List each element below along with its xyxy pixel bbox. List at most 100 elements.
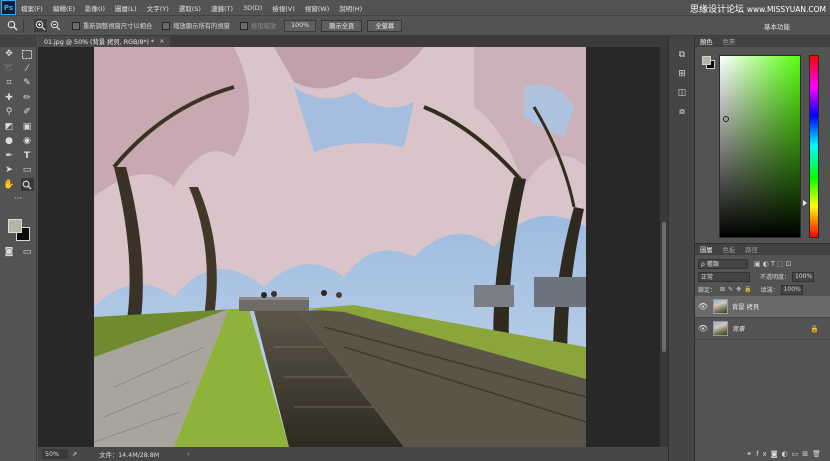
lock-icons[interactable]: ⊠✎✥🔒 <box>720 286 755 293</box>
paths-panel-icon[interactable]: ⧇ <box>675 105 689 119</box>
zoom-level-field[interactable]: 50% <box>42 449 68 459</box>
fit-screen-button[interactable]: 顯示全頁 <box>321 19 363 32</box>
hand-icon[interactable]: ✋ <box>3 178 16 191</box>
blend-mode-select[interactable]: 正常 <box>698 271 750 282</box>
color-panel-tabs: 顏色 色票 <box>695 36 830 47</box>
tab-channels[interactable]: 色板 <box>718 245 741 254</box>
move-icon[interactable]: ✥ <box>3 48 16 61</box>
document-tab[interactable]: 01.jpg @ 50% (背景 拷貝, RGB/8*) * × <box>38 36 171 47</box>
checkbox-box[interactable] <box>239 21 248 30</box>
canvas-vertical-scrollbar[interactable] <box>660 47 668 447</box>
color-swatches[interactable] <box>0 215 36 245</box>
hue-slider-marker[interactable] <box>803 200 807 206</box>
link-icon[interactable]: ⚭ <box>746 450 756 458</box>
checkbox-box[interactable] <box>72 21 80 30</box>
hue-slider[interactable] <box>809 55 819 238</box>
zoom-icon[interactable] <box>20 178 34 192</box>
adjustment-layer-icon[interactable]: ◐ <box>782 450 792 458</box>
menu-select[interactable]: 選取(S) <box>174 3 206 13</box>
status-menu-arrow[interactable]: › <box>187 451 190 458</box>
fx-icon[interactable]: fx <box>756 450 771 458</box>
eyedropper-icon[interactable]: ✎ <box>21 77 34 90</box>
resize-windows-label: 重新調整視窗尺寸以相合 <box>83 23 153 30</box>
blur-icon[interactable]: ● <box>3 135 16 148</box>
menu-edit[interactable]: 編輯(E) <box>48 3 80 13</box>
menu-bar: Ps 檔案(F) 編輯(E) 影像(I) 圖層(L) 文字(Y) 選取(S) 濾… <box>0 0 830 15</box>
resize-windows-checkbox[interactable]: 重新調整視窗尺寸以相合 <box>72 21 152 30</box>
tools-panel-header[interactable] <box>0 36 37 47</box>
menu-layer[interactable]: 圖層(L) <box>110 3 142 13</box>
adjustments-panel-icon[interactable]: ◫ <box>675 86 689 100</box>
rectangle-icon[interactable]: ▭ <box>21 164 34 177</box>
scrubby-zoom-label: 拖曳縮放 <box>250 23 277 30</box>
healing-icon[interactable]: ✚ <box>3 91 16 104</box>
more-tools-icon[interactable]: ··· <box>12 193 25 206</box>
eye-icon[interactable]: 👁 <box>695 302 711 311</box>
tab-paths[interactable]: 路徑 <box>740 245 763 254</box>
eraser-icon[interactable]: ◩ <box>3 120 16 133</box>
zoom-tool-icon[interactable] <box>6 19 19 32</box>
layer-filter-select[interactable]: ρ 種類 <box>698 258 748 269</box>
dodge-icon[interactable]: ◉ <box>21 135 34 148</box>
zoom-out-icon[interactable] <box>49 19 62 32</box>
layer-row-background[interactable]: 👁 背景 🔒 <box>695 318 830 340</box>
share-icon[interactable]: ⇗ <box>72 451 77 458</box>
menu-help[interactable]: 說明(H) <box>334 3 367 13</box>
group-icon[interactable]: ▭ <box>792 450 803 458</box>
color-panel-foreground[interactable] <box>702 56 711 65</box>
lasso-icon[interactable]: ➰ <box>3 62 16 75</box>
fill-label: 填滿： <box>760 287 779 294</box>
opacity-field[interactable]: 100% <box>792 271 815 282</box>
fill-screen-button[interactable]: 全螢幕 <box>367 19 403 32</box>
stamp-icon[interactable]: ⚲ <box>3 106 16 119</box>
menu-3d[interactable]: 3D(D) <box>238 4 267 12</box>
layer-filter-icons[interactable]: ▣◐T⬚⊡ <box>754 260 793 268</box>
zoom-100-button[interactable]: 100% <box>284 19 317 32</box>
layer-row-background-copy[interactable]: 👁 背景 拷貝 <box>695 296 830 318</box>
crop-icon[interactable]: ⌗ <box>3 77 16 90</box>
new-layer-icon[interactable]: ⊞ <box>802 450 812 458</box>
menu-window[interactable]: 視窗(W) <box>300 3 335 13</box>
brush-icon[interactable]: ✏ <box>21 91 34 104</box>
history-panel-icon[interactable]: ⧉ <box>675 48 689 62</box>
menu-file[interactable]: 檔案(F) <box>16 3 48 13</box>
menu-image[interactable]: 影像(I) <box>80 3 110 13</box>
menu-view[interactable]: 檢視(V) <box>267 3 300 13</box>
zoom-in-icon[interactable] <box>34 19 47 32</box>
tab-layers[interactable]: 圖層 <box>695 245 718 254</box>
workspace-switcher[interactable]: 基本功能 <box>764 21 790 31</box>
marquee-icon[interactable] <box>21 48 34 61</box>
menu-filter[interactable]: 濾鏡(T) <box>206 3 238 13</box>
pen-icon[interactable]: ✒ <box>3 149 16 162</box>
screen-mode-icon[interactable]: ▭ <box>21 245 34 258</box>
layer-thumbnail <box>713 299 728 314</box>
lock-label: 鎖定： <box>698 287 717 294</box>
magic-wand-icon[interactable]: ⁄ <box>21 62 34 75</box>
mask-icon[interactable]: ◙ <box>771 450 782 458</box>
color-picker-field[interactable] <box>719 55 801 238</box>
quick-mask-icon[interactable]: ◙ <box>3 245 16 258</box>
tab-swatches[interactable]: 色票 <box>718 37 741 46</box>
properties-panel-icon[interactable]: ⊞ <box>675 67 689 81</box>
tab-color[interactable]: 顏色 <box>695 37 718 46</box>
close-tab-icon[interactable]: × <box>159 38 164 45</box>
gradient-icon[interactable]: ▣ <box>21 120 34 133</box>
checkbox-box[interactable] <box>162 21 171 30</box>
canvas-photo[interactable] <box>94 47 586 447</box>
layers-panel: 圖層 色板 路徑 ρ 種類 ▣◐T⬚⊡ 正常 不透明度： 100% 鎖定： ⊠✎… <box>695 243 830 461</box>
type-icon[interactable]: T <box>21 149 34 162</box>
path-select-icon[interactable]: ➤ <box>3 164 16 177</box>
color-picker-cursor[interactable] <box>723 116 729 122</box>
scrollbar-thumb[interactable] <box>662 222 666 352</box>
menu-type[interactable]: 文字(Y) <box>142 3 174 13</box>
trash-icon[interactable]: 🗑 <box>812 450 825 458</box>
zoom-all-windows-checkbox[interactable]: 縮放顯示所有的視窗 <box>162 21 230 30</box>
history-brush-icon[interactable]: ✐ <box>21 106 34 119</box>
scrubby-zoom-checkbox[interactable]: 拖曳縮放 <box>239 21 277 30</box>
canvas-area[interactable] <box>38 47 660 447</box>
status-bar: 50% ⇗ 文件：14.4M/28.8M › <box>38 447 668 461</box>
fill-field[interactable]: 100% <box>780 284 803 295</box>
eye-icon[interactable]: 👁 <box>695 324 711 333</box>
foreground-color-swatch[interactable] <box>8 218 22 233</box>
color-panel <box>695 47 830 245</box>
